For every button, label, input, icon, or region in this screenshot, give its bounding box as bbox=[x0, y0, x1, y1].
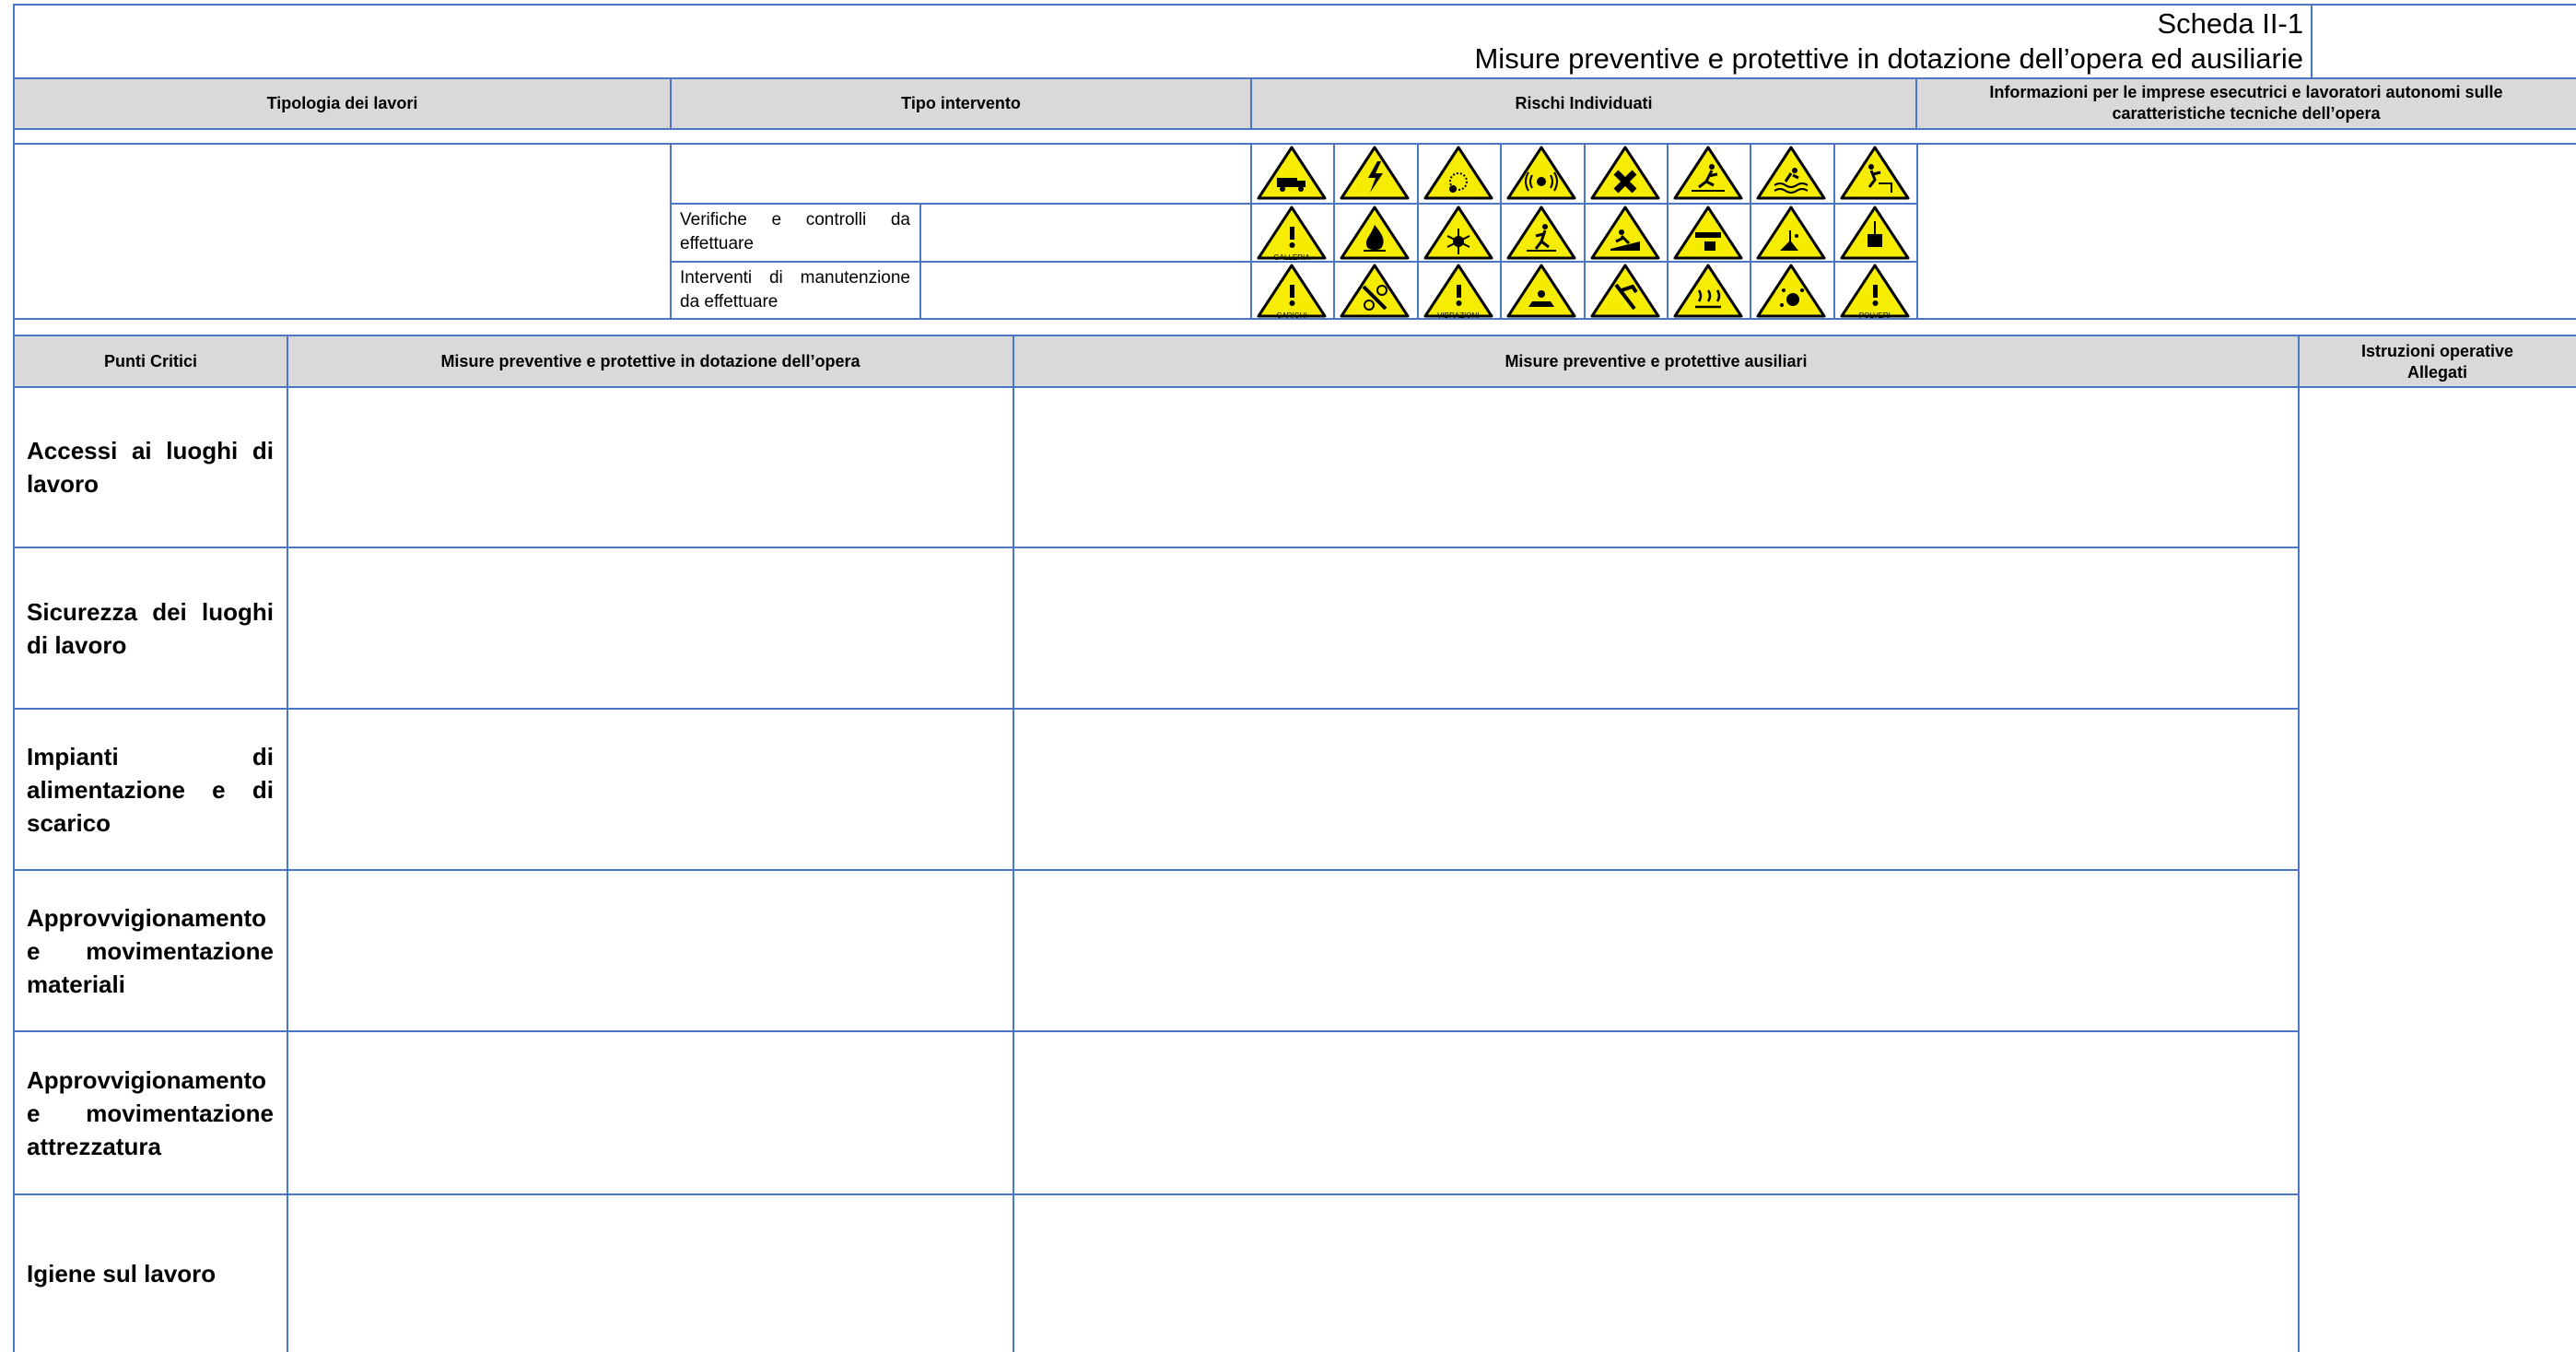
punto-critico-label: Accessi ai luoghi di lavoro bbox=[14, 388, 287, 547]
electricity-warning-icon bbox=[1338, 145, 1411, 202]
border-line bbox=[13, 1030, 2299, 1032]
border-line bbox=[671, 203, 1916, 205]
header-misure-ausiliarie: Misure preventive e protettive ausiliari bbox=[1505, 352, 1808, 370]
punto-critico-line: Accessi ai luoghi di bbox=[27, 437, 274, 464]
header-informazioni-line2: caratteristiche tecniche dell’opera bbox=[2112, 104, 2381, 123]
punto-critico-line: attrezzatura bbox=[27, 1132, 161, 1160]
border-line bbox=[13, 869, 2299, 871]
punto-critico-label: Approvvigionamento e movimentazione materi… bbox=[14, 871, 287, 1030]
punto-critico-line: materiali bbox=[27, 970, 125, 998]
hot-surface-warning-icon bbox=[1671, 263, 1745, 320]
border-line bbox=[13, 335, 2576, 336]
manutenzione-line2: da effettuare bbox=[680, 292, 779, 312]
tunnel-warning-icon: GALLERIA bbox=[1255, 205, 1329, 262]
machinery-warning-icon bbox=[1338, 263, 1411, 320]
header-misure-dotazione: Misure preventive e protettive in dotazi… bbox=[440, 352, 861, 370]
punto-critico-line: Sicurezza dei luoghi bbox=[27, 597, 274, 626]
border-line bbox=[13, 4, 15, 1352]
page-title: Misure preventive e protettive in dotazi… bbox=[1474, 42, 2303, 75]
border-line bbox=[13, 386, 2576, 388]
header-istruzioni-line2: Allegati bbox=[2406, 362, 2467, 382]
fall-from-height-warning-icon bbox=[1838, 145, 1912, 202]
drowning-warning-icon bbox=[1754, 145, 1828, 202]
border-line bbox=[1500, 143, 1503, 318]
punto-critico-line: Approvvigionamento bbox=[27, 1065, 267, 1094]
slip-fall-warning-icon bbox=[1671, 145, 1745, 202]
punto-critico-label: Sicurezza dei luoghi di lavoro bbox=[14, 548, 287, 708]
crushing-warning-icon bbox=[1671, 205, 1745, 262]
border-line bbox=[671, 261, 1916, 263]
fire-warning-icon bbox=[1338, 205, 1411, 262]
header-istruzioni: Istruzioni operative Allegati bbox=[2299, 336, 2576, 387]
punto-critico-line: di lavoro bbox=[27, 630, 127, 659]
border-line bbox=[2298, 335, 2300, 1352]
border-line bbox=[1250, 77, 1252, 128]
border-line bbox=[13, 1193, 2299, 1195]
loads-warning-icon: CARICHI bbox=[1255, 263, 1329, 320]
suspended-load-warning-icon bbox=[1838, 205, 1912, 262]
border-line bbox=[13, 708, 2299, 710]
noise-warning-icon bbox=[1505, 145, 1578, 202]
border-line bbox=[1915, 77, 1917, 128]
header-rischi: Rischi Individuati bbox=[1515, 93, 1653, 112]
manutenzione-cell: Interventi di manutenzione da effettuare bbox=[671, 263, 919, 318]
border-line bbox=[670, 77, 672, 128]
punto-critico-line: lavoro bbox=[27, 470, 100, 498]
truck-warning-icon bbox=[1255, 145, 1329, 202]
border-line bbox=[1333, 143, 1336, 318]
border-line bbox=[13, 77, 2576, 79]
punto-critico-line: Approvvigionamento bbox=[27, 903, 267, 932]
punto-critico-line: Igiene sul lavoro bbox=[27, 1260, 217, 1287]
punto-critico-line: scarico bbox=[27, 808, 111, 837]
manutenzione-line1: Interventi di manutenzione bbox=[680, 268, 910, 288]
biohazard-warning-icon bbox=[1422, 205, 1495, 262]
border-line bbox=[1583, 143, 1586, 318]
verifiche-cell: Verifiche e controlli da effettuare bbox=[671, 205, 919, 260]
punto-critico-label: Approvvigionamento e movimentazione attrez… bbox=[14, 1032, 287, 1193]
punto-critico-line: e movimentazione bbox=[27, 1099, 274, 1127]
border-line bbox=[919, 203, 921, 318]
header-informazioni-line1: Informazioni per le imprese esecutrici e… bbox=[1989, 83, 2503, 101]
border-line bbox=[2311, 4, 2313, 77]
harmful-cross-warning-icon bbox=[1588, 145, 1662, 202]
border-line bbox=[1832, 143, 1835, 318]
border-line bbox=[1250, 143, 1252, 318]
header-informazioni: Informazioni per le imprese esecutrici e… bbox=[1916, 78, 2576, 128]
projection-warning-icon bbox=[1754, 263, 1828, 320]
verifiche-line2: effettuare bbox=[680, 234, 754, 253]
vibration-warning-icon: VIBRAZIONI bbox=[1422, 263, 1495, 320]
burial-warning-icon bbox=[1588, 205, 1662, 262]
chemical-warning-icon bbox=[1754, 205, 1828, 262]
radiation-warning-icon bbox=[1505, 263, 1578, 320]
trip-warning-icon bbox=[1505, 205, 1578, 262]
border-line bbox=[13, 128, 2576, 130]
header-istruzioni-line1: Istruzioni operative bbox=[2360, 341, 2514, 360]
border-line bbox=[13, 143, 2576, 145]
border-line bbox=[13, 547, 2299, 548]
verifiche-line1: Verifiche e controlli da bbox=[680, 210, 910, 229]
punto-critico-line: e movimentazione bbox=[27, 936, 274, 965]
punto-critico-label: Igiene sul lavoro bbox=[14, 1195, 287, 1352]
border-line bbox=[1916, 143, 1919, 318]
border-line bbox=[1416, 143, 1419, 318]
explosion-warning-icon bbox=[1422, 145, 1495, 202]
border-line bbox=[287, 335, 288, 1352]
border-line bbox=[1013, 335, 1014, 1352]
border-line bbox=[13, 4, 2576, 6]
border-line bbox=[1667, 143, 1669, 318]
border-line bbox=[13, 318, 2576, 320]
header-tipologia: Tipologia dei lavori bbox=[266, 93, 418, 112]
punto-critico-label: Impianti di alimentazione e di scarico bbox=[14, 710, 287, 869]
punto-critico-line: Impianti di bbox=[27, 742, 274, 770]
cut-warning-icon bbox=[1588, 263, 1662, 320]
dust-warning-icon: POLVERI bbox=[1838, 263, 1912, 320]
border-line bbox=[670, 143, 672, 318]
header-punti-critici: Punti Critici bbox=[103, 352, 197, 370]
header-tipo-intervento: Tipo intervento bbox=[901, 93, 1021, 112]
border-line bbox=[1750, 143, 1752, 318]
punto-critico-line: alimentazione e di bbox=[27, 775, 274, 804]
